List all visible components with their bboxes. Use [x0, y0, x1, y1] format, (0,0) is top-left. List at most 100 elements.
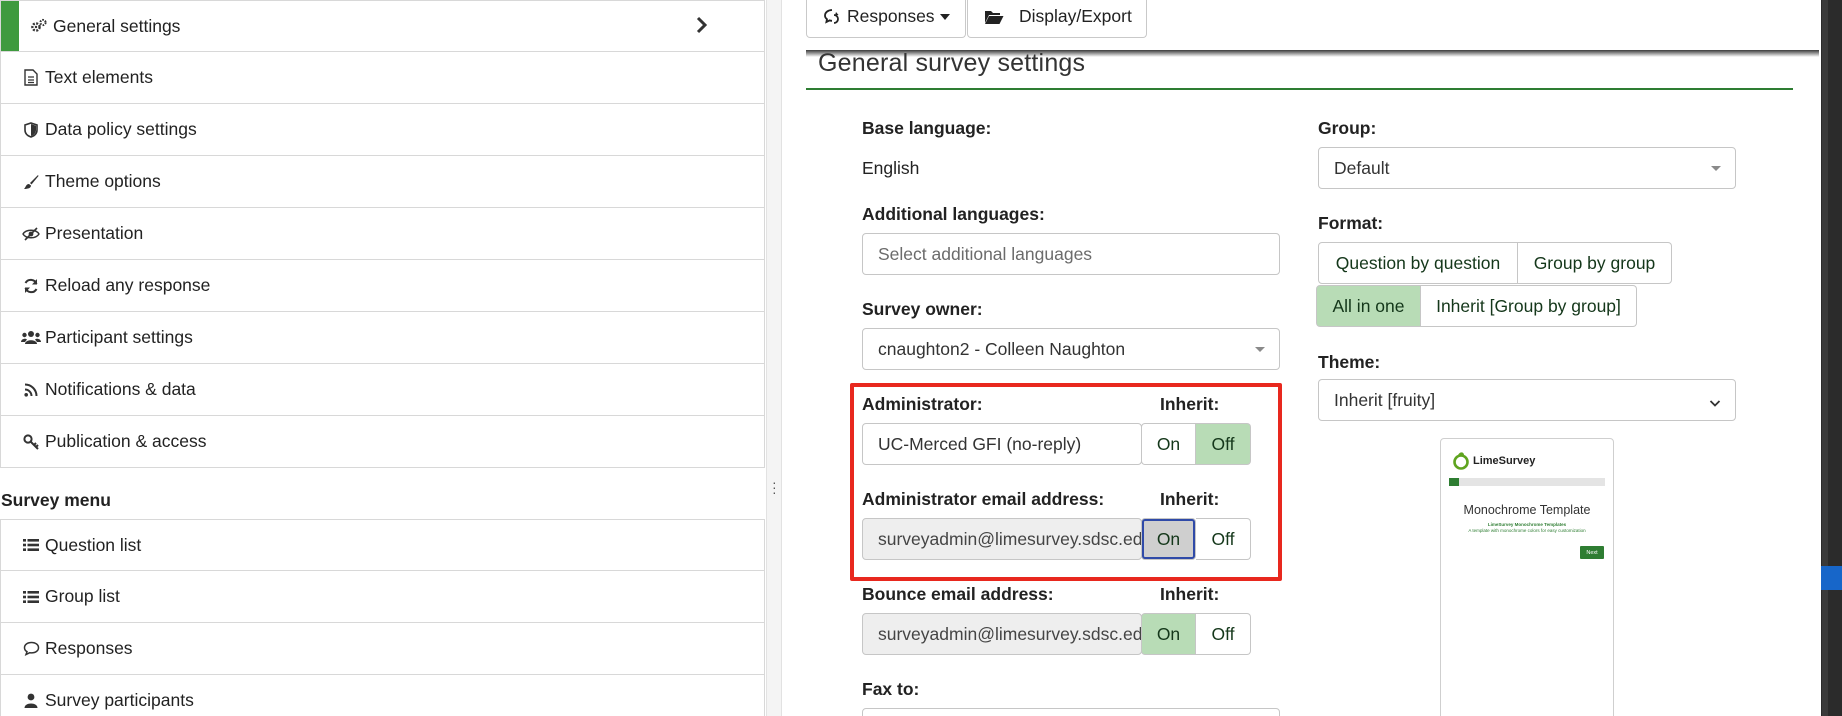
- sidebar-item-label: Theme options: [45, 171, 161, 191]
- survey-owner-value: cnaughton2 - Colleen Naughton: [878, 338, 1126, 359]
- admin-email-value: surveyadmin@limesurvey.sdsc.edu: [878, 528, 1142, 549]
- list-icon: [21, 538, 41, 552]
- sidebar-item-notifications[interactable]: Notifications & data: [0, 364, 765, 416]
- sidebar-item-label: Survey participants: [45, 690, 194, 710]
- sidebar-item-general-settings[interactable]: General settings: [0, 0, 765, 52]
- fax-label: Fax to:: [862, 679, 920, 699]
- admin-email-inherit-on[interactable]: On: [1141, 518, 1196, 560]
- administrator-inherit-on[interactable]: On: [1141, 423, 1196, 465]
- bounce-email-inherit-off[interactable]: Off: [1196, 613, 1251, 655]
- sidebar-item-presentation[interactable]: Presentation: [0, 208, 765, 260]
- additional-languages-label: Additional languages:: [862, 204, 1045, 224]
- administrator-inherit-toggle: On Off: [1141, 423, 1251, 465]
- theme-preview-title: Monochrome Template: [1463, 503, 1591, 517]
- title-divider: [806, 88, 1793, 90]
- additional-languages-input[interactable]: Select additional languages: [862, 233, 1280, 275]
- display-export-label: Display/Export: [1019, 6, 1132, 26]
- bounce-email-inherit-on[interactable]: On: [1141, 613, 1196, 655]
- sidebar-item-label: Reload any response: [45, 275, 211, 295]
- responses-icon: [823, 8, 841, 26]
- refresh-icon: [21, 278, 41, 294]
- survey-owner-label: Survey owner:: [862, 299, 983, 319]
- comment-icon: [21, 641, 41, 656]
- theme-label: Theme:: [1318, 352, 1381, 372]
- eye-slash-icon: [21, 226, 41, 241]
- base-language-value: English: [862, 158, 920, 178]
- settings-sidebar: General settings Text elements Data poli…: [0, 0, 766, 716]
- user-icon: [21, 693, 41, 708]
- format-options-row-1: Question by question Group by group: [1318, 242, 1672, 284]
- format-question-by-question[interactable]: Question by question: [1318, 242, 1518, 284]
- base-language-label: Base language:: [862, 118, 992, 138]
- grip-icon: · · ·: [772, 474, 777, 500]
- format-options-row-2: All in one Inherit [Group by group]: [1316, 285, 1637, 327]
- administrator-inherit-off[interactable]: Off: [1196, 423, 1251, 465]
- window-edge: [1821, 0, 1842, 716]
- sidebar-item-survey-participants[interactable]: Survey participants: [0, 675, 765, 716]
- format-group-by-group[interactable]: Group by group: [1518, 242, 1672, 284]
- theme-preview-image: LimeSurvey Monochrome Template LimeSurve…: [1440, 438, 1614, 716]
- paint-brush-icon: [21, 174, 41, 190]
- bounce-email-label: Bounce email address:: [862, 584, 1054, 604]
- toolbar-shadow: [806, 50, 1819, 57]
- administrator-label: Administrator:: [862, 394, 983, 414]
- sidebar-item-label: Question list: [45, 534, 142, 555]
- sidebar-item-responses[interactable]: Responses: [0, 623, 765, 675]
- theme-select[interactable]: Inherit [fruity]: [1318, 379, 1736, 421]
- format-all-in-one[interactable]: All in one: [1316, 285, 1421, 327]
- chevron-right-icon: [696, 15, 708, 40]
- sidebar-item-label: Participant settings: [45, 327, 193, 347]
- sidebar-item-theme-options[interactable]: Theme options: [0, 156, 765, 208]
- display-export-button[interactable]: Display/Export: [967, 0, 1147, 38]
- bounce-email-value: surveyadmin@limesurvey.sdsc.edu: [878, 623, 1142, 644]
- shield-icon: [21, 121, 41, 138]
- admin-email-input[interactable]: surveyadmin@limesurvey.sdsc.edu: [862, 518, 1142, 560]
- caret-down-icon: [939, 13, 950, 20]
- theme-preview-next-button: Next: [1580, 546, 1604, 559]
- sidebar-item-text-elements[interactable]: Text elements: [0, 52, 765, 104]
- theme-preview-subtitle-2: A template with monochrome colors for ea…: [1468, 528, 1586, 533]
- responses-dropdown-button[interactable]: Responses: [806, 0, 966, 38]
- sidebar-item-data-policy[interactable]: Data policy settings: [0, 104, 765, 156]
- sidebar-item-reload-response[interactable]: Reload any response: [0, 260, 765, 312]
- caret-down-icon: [1255, 347, 1265, 352]
- sidebar-item-label: Data policy settings: [45, 119, 197, 139]
- admin-email-label: Administrator email address:: [862, 489, 1105, 509]
- scrollbar[interactable]: [1822, 0, 1828, 716]
- sidebar-item-publication-access[interactable]: Publication & access: [0, 416, 765, 468]
- sidebar-item-label: Notifications & data: [45, 379, 196, 399]
- sidebar-item-label: General settings: [53, 15, 181, 36]
- format-label: Format:: [1318, 213, 1384, 233]
- caret-down-icon: [1711, 166, 1721, 171]
- key-icon: [21, 433, 41, 450]
- rss-icon: [21, 383, 41, 397]
- gears-icon: [29, 18, 49, 34]
- theme-preview-subtitle: LimeSurvey Monochrome Templates A templa…: [1441, 522, 1613, 534]
- folder-open-icon: [984, 9, 1004, 25]
- sidebar-item-group-list[interactable]: Group list: [0, 571, 765, 623]
- sidebar-item-label: Text elements: [45, 67, 153, 87]
- fax-input[interactable]: [862, 708, 1280, 716]
- file-text-icon: [21, 69, 41, 86]
- format-inherit[interactable]: Inherit [Group by group]: [1421, 285, 1637, 327]
- bounce-email-inherit-label: Inherit:: [1160, 584, 1220, 604]
- survey-menu-heading: Survey menu: [1, 490, 111, 510]
- administrator-input[interactable]: UC-Merced GFI (no-reply): [862, 423, 1142, 465]
- chevron-down-icon: [1709, 393, 1721, 414]
- group-value: Default: [1334, 157, 1390, 178]
- sidebar-resize-handle[interactable]: · · ·: [766, 0, 782, 716]
- sidebar-item-label: Presentation: [45, 223, 144, 243]
- survey-owner-select[interactable]: cnaughton2 - Colleen Naughton: [862, 328, 1280, 370]
- sidebar-item-participant-settings[interactable]: Participant settings: [0, 312, 765, 364]
- admin-email-inherit-toggle: On Off: [1141, 518, 1251, 560]
- group-select[interactable]: Default: [1318, 147, 1736, 189]
- theme-preview-logo: LimeSurvey: [1452, 451, 1535, 471]
- sidebar-item-question-list[interactable]: Question list: [0, 519, 765, 571]
- admin-email-inherit-off[interactable]: Off: [1196, 518, 1251, 560]
- sidebar-item-label: Responses: [45, 638, 133, 658]
- additional-languages-placeholder: Select additional languages: [878, 243, 1093, 264]
- bounce-email-input[interactable]: surveyadmin@limesurvey.sdsc.edu: [862, 613, 1142, 655]
- administrator-value: UC-Merced GFI (no-reply): [878, 433, 1082, 454]
- group-label: Group:: [1318, 118, 1377, 138]
- bounce-email-inherit-toggle: On Off: [1141, 613, 1251, 655]
